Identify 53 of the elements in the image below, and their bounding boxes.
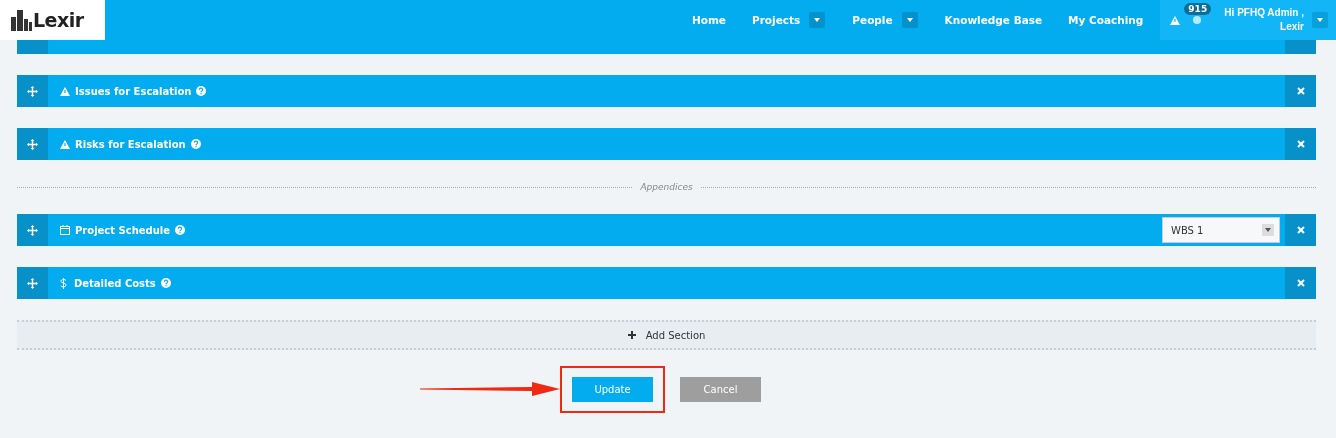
plus-icon bbox=[627, 331, 636, 339]
move-icon bbox=[27, 224, 38, 236]
drag-handle[interactable] bbox=[17, 128, 48, 160]
section-title: Risks for Escalation bbox=[75, 138, 186, 150]
notification-count: 915 bbox=[1184, 3, 1212, 15]
close-icon bbox=[1296, 279, 1305, 287]
drag-handle[interactable] bbox=[17, 40, 48, 54]
section-title: Detailed Costs bbox=[74, 277, 156, 289]
help-icon bbox=[196, 86, 207, 96]
dollar-icon bbox=[60, 277, 67, 289]
dropdown-toggle[interactable] bbox=[1312, 12, 1328, 28]
add-section-button[interactable]: Add Section bbox=[17, 320, 1316, 350]
nav-link[interactable]: Projects bbox=[739, 14, 814, 26]
close-icon bbox=[1296, 140, 1305, 148]
move-icon bbox=[27, 85, 38, 97]
help-icon bbox=[175, 225, 186, 235]
wbs-select[interactable]: WBS 1 bbox=[1162, 217, 1280, 243]
remove-button[interactable] bbox=[1285, 128, 1316, 160]
drag-handle[interactable] bbox=[17, 267, 48, 299]
logo[interactable]: Lexir bbox=[0, 0, 105, 40]
nav-link[interactable]: People bbox=[839, 14, 906, 26]
close-icon bbox=[1296, 87, 1305, 95]
buildings-icon bbox=[10, 9, 32, 31]
help-icon bbox=[160, 278, 171, 288]
section-title: Issues for Escalation bbox=[75, 85, 192, 97]
remove-button[interactable] bbox=[1285, 75, 1316, 107]
warning-icon bbox=[60, 139, 70, 149]
nav-link[interactable]: Knowledge Base bbox=[931, 14, 1056, 26]
logo-text: Lexir bbox=[33, 9, 84, 31]
remove-button[interactable] bbox=[1285, 214, 1316, 246]
move-icon bbox=[27, 138, 38, 150]
caret-icon bbox=[1265, 228, 1271, 232]
nav-link[interactable]: Home bbox=[678, 14, 739, 26]
remove-button[interactable] bbox=[1285, 267, 1316, 299]
update-button[interactable]: Update bbox=[572, 377, 653, 402]
warning-icon bbox=[60, 86, 70, 96]
help-icon bbox=[190, 139, 201, 149]
dropdown-toggle[interactable] bbox=[809, 12, 826, 28]
move-icon bbox=[27, 277, 38, 289]
section-title: Project Schedule bbox=[75, 224, 171, 236]
calendar-icon bbox=[60, 225, 70, 235]
user-menu[interactable]: Hi PFHQ Admin , Lexir bbox=[1224, 6, 1304, 34]
caret-icon bbox=[1317, 18, 1323, 22]
cancel-button[interactable]: Cancel bbox=[680, 377, 761, 402]
caret-icon bbox=[906, 18, 913, 22]
caret-icon bbox=[814, 18, 821, 22]
nav-link[interactable]: My Coaching bbox=[1055, 14, 1157, 26]
drag-handle[interactable] bbox=[17, 214, 48, 246]
dropdown-toggle[interactable] bbox=[901, 12, 918, 28]
close-icon bbox=[1296, 226, 1305, 234]
divider-label: Appendices bbox=[639, 182, 694, 192]
warning-icon[interactable] bbox=[1170, 15, 1181, 25]
drag-handle[interactable] bbox=[17, 75, 48, 107]
